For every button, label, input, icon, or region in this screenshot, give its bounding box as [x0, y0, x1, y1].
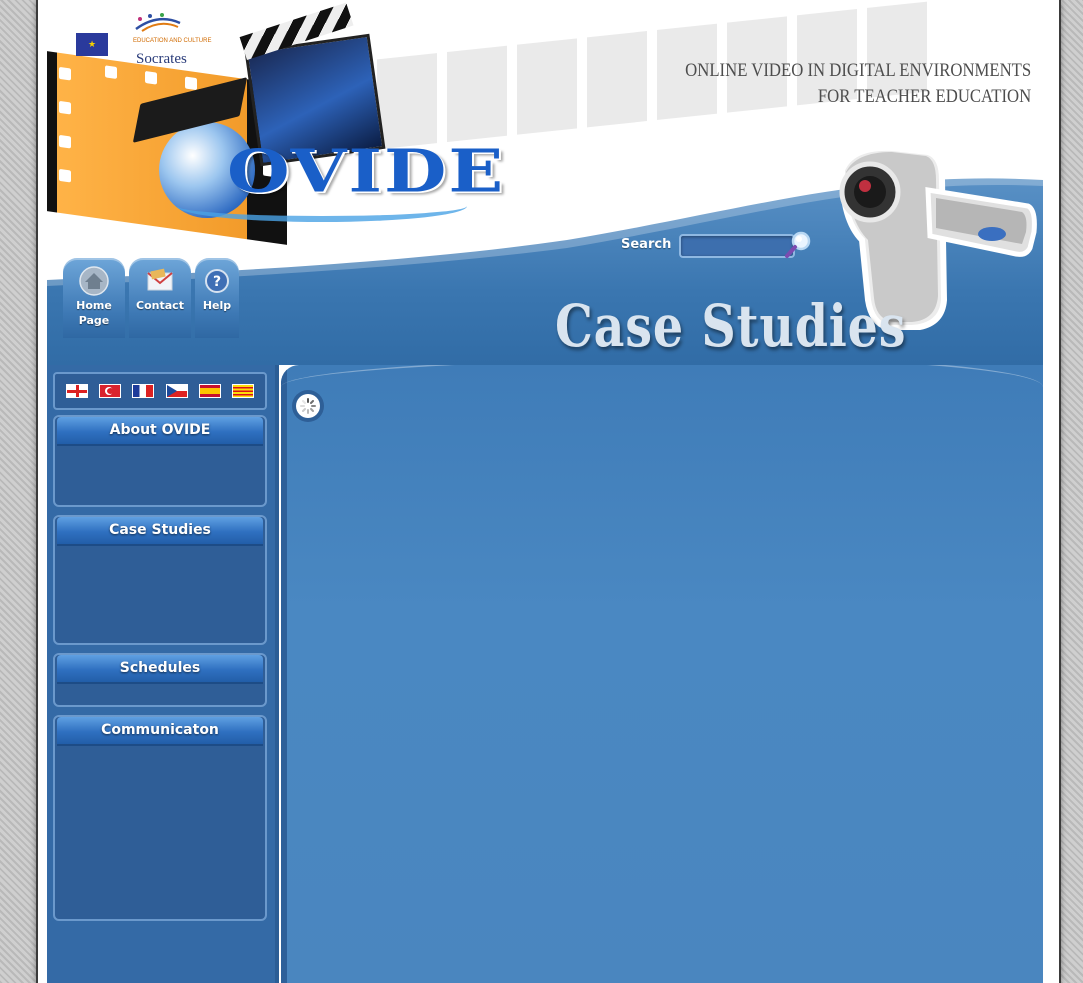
main-content [281, 365, 1043, 983]
help-icon: ? [205, 269, 229, 293]
eu-flag-icon: ★ [76, 33, 108, 56]
search-button[interactable] [783, 230, 813, 260]
site-logo[interactable]: OVIDE [227, 136, 505, 206]
tab-label: Contact [136, 299, 184, 312]
panel-title-about[interactable]: About OVIDE [57, 417, 263, 446]
search-input[interactable] [679, 234, 795, 258]
flag-catalonia-icon[interactable] [231, 384, 254, 398]
socrates-label: Socrates [136, 51, 187, 67]
flag-turkey-icon[interactable] [99, 384, 122, 398]
search-label: Search [621, 237, 672, 252]
magnifier-icon [785, 231, 811, 258]
tab-label-line2: Page [78, 314, 110, 327]
panel-title-communication[interactable]: Communicaton [57, 717, 263, 746]
eac-logo-icon [135, 13, 181, 32]
flag-spain-icon[interactable] [198, 384, 221, 398]
tab-label-line1: Home [76, 299, 112, 312]
panel-communication: Communicaton [53, 715, 267, 921]
panel-title-case-studies[interactable]: Case Studies [57, 517, 263, 546]
panel-about: About OVIDE [53, 415, 267, 507]
tagline-line-2: FOR TEACHER EDUCATION [817, 86, 1031, 107]
home-icon [79, 266, 109, 296]
language-selector [53, 372, 267, 410]
site-header: OVIDE ★ EDUCATION AND CULTURE Socrates O… [47, 0, 1043, 365]
tagline-line-1: ONLINE VIDEO IN DIGITAL ENVIRONMENTS [684, 60, 1031, 81]
flag-czech-icon[interactable] [165, 384, 188, 398]
tab-help[interactable]: ? Help [195, 258, 239, 338]
site-tagline: ONLINE VIDEO IN DIGITAL ENVIRONMENTS FOR… [685, 58, 1031, 110]
page-frame: OVIDE ★ EDUCATION AND CULTURE Socrates O… [36, 0, 1061, 983]
sidebar: About OVIDE Case Studies Schedules Commu… [47, 365, 279, 983]
panel-case-studies: Case Studies [53, 515, 267, 645]
tab-contact[interactable]: Contact [129, 258, 191, 338]
spinner-icon [296, 394, 320, 418]
eac-label: EDUCATION AND CULTURE [133, 38, 212, 44]
svg-text:?: ? [213, 274, 221, 290]
page-title: Case Studies [555, 292, 907, 360]
flag-france-icon[interactable] [132, 384, 155, 398]
content-edge [281, 365, 287, 983]
loading-spinner [292, 390, 324, 422]
envelope-icon [147, 268, 173, 291]
tab-home-page[interactable]: Home Page [63, 258, 125, 338]
flag-england-icon[interactable] [66, 384, 89, 398]
panel-title-schedules[interactable]: Schedules [57, 655, 263, 684]
tab-label: Help [202, 299, 232, 312]
panel-schedules: Schedules [53, 653, 267, 707]
content-wave [281, 365, 1043, 419]
